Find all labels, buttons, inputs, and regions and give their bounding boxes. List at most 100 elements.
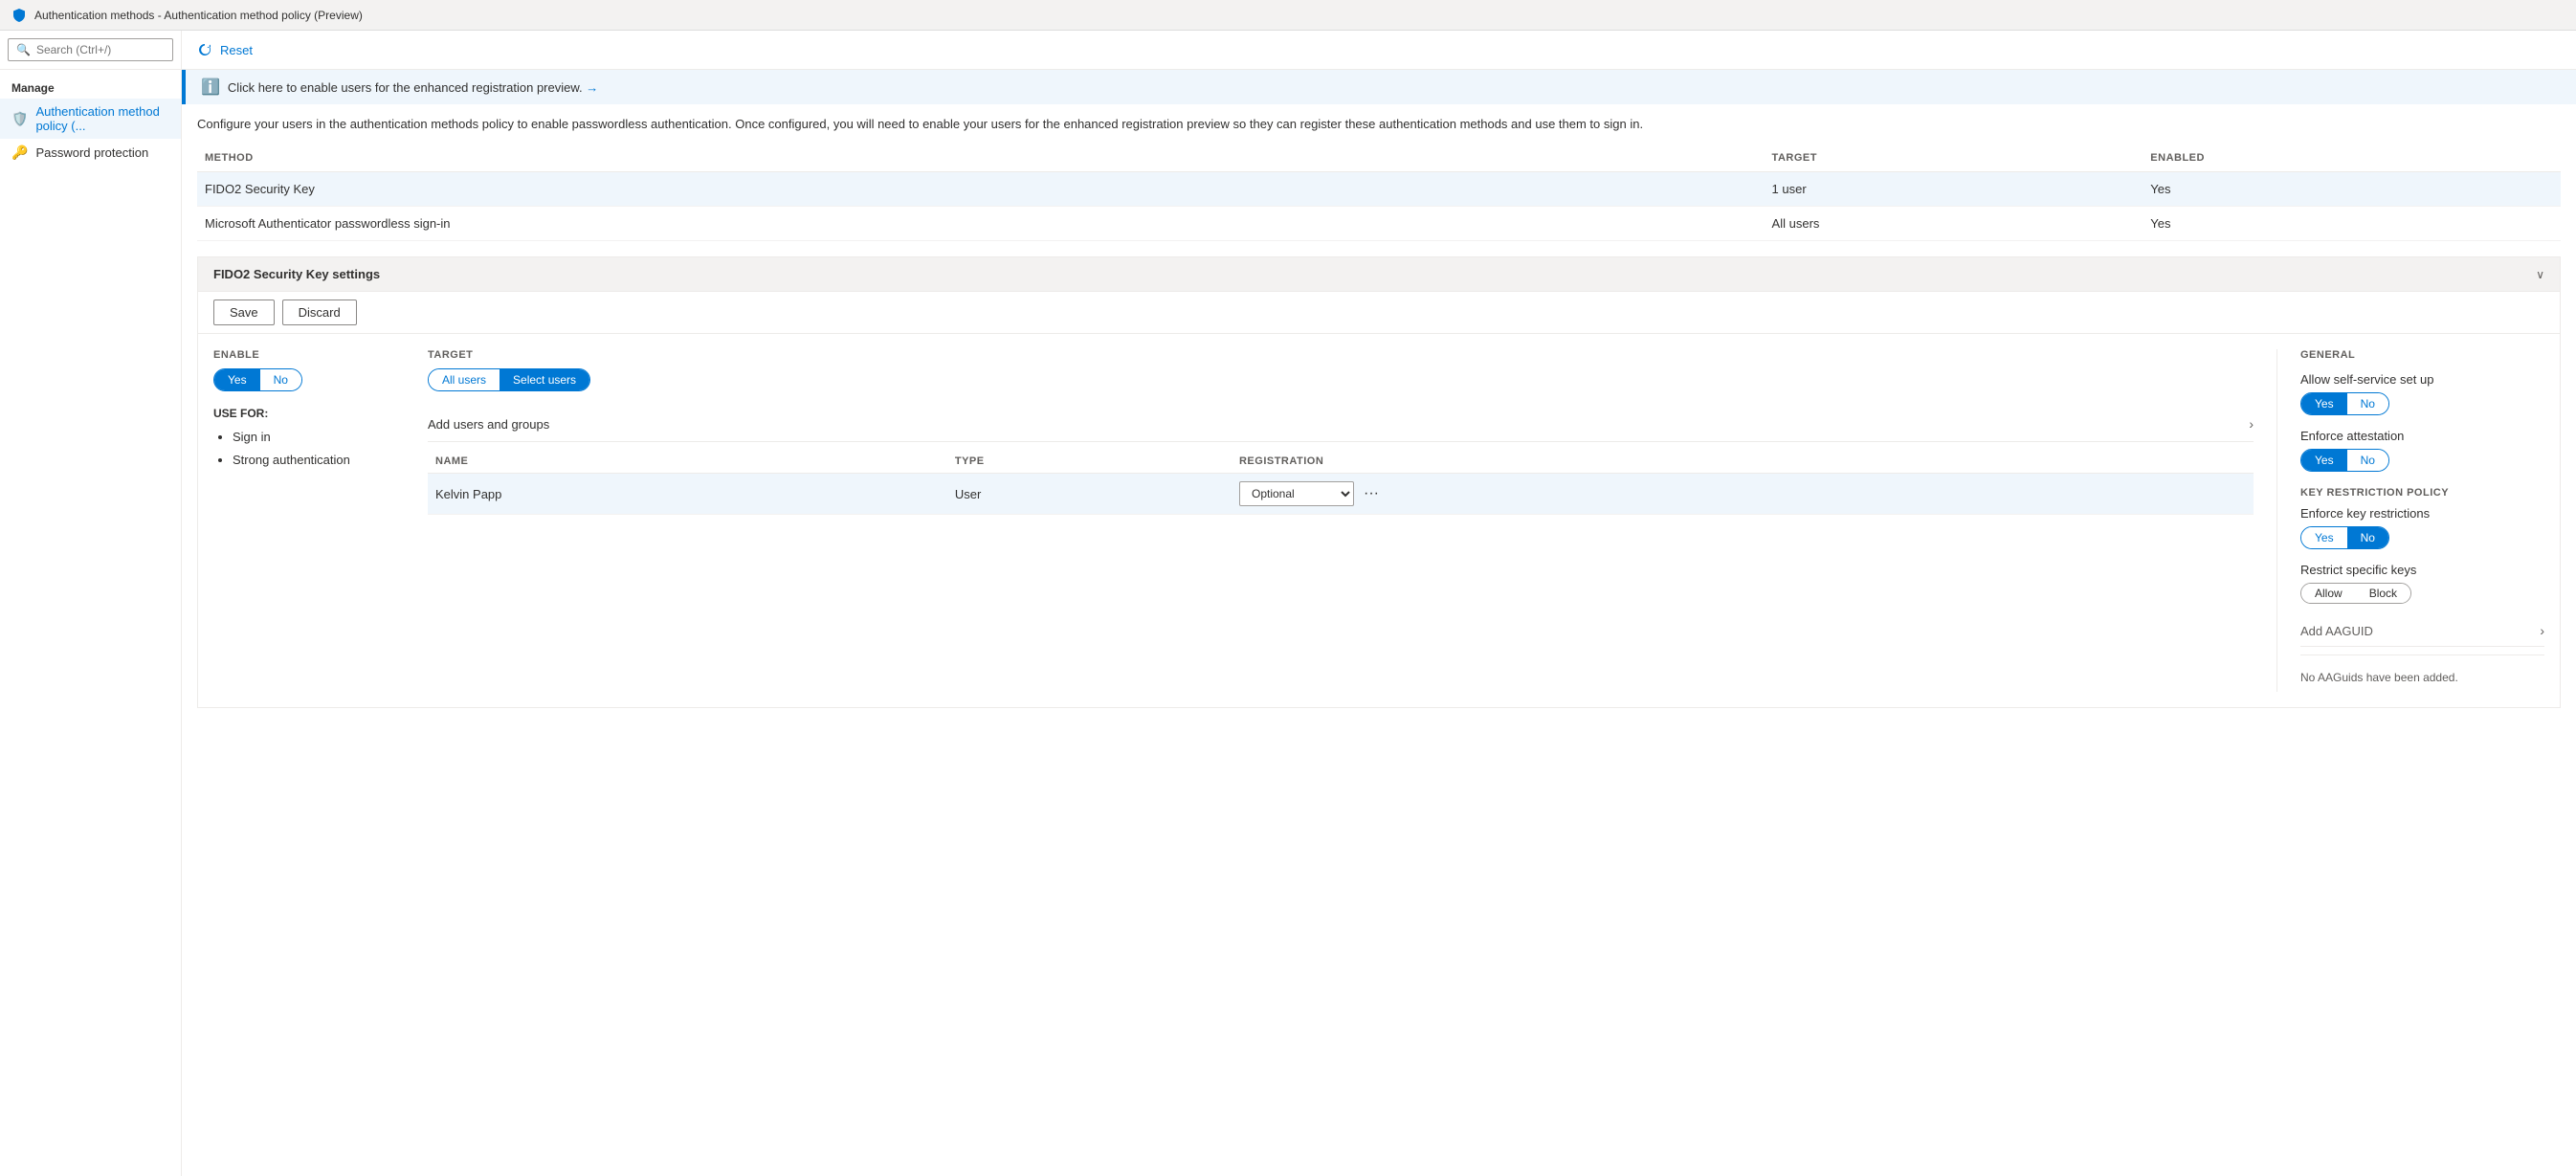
use-for-item: Sign in <box>233 426 405 448</box>
sidebar-auth-label: Authentication method policy (... <box>35 104 169 133</box>
allow-self-service-row: Allow self-service set up Yes No <box>2300 372 2544 415</box>
all-users-tab[interactable]: All users <box>429 369 500 390</box>
aaguid-chevron-right-icon: › <box>2540 623 2544 638</box>
col-type: Type <box>947 450 1232 474</box>
enforce-attest-yes-button[interactable]: Yes <box>2301 450 2347 471</box>
add-users-text: Add users and groups <box>428 417 549 432</box>
enable-no-button[interactable]: No <box>260 369 301 390</box>
restrict-keys-section: Restrict specific keys Allow Block <box>2300 563 2544 604</box>
allow-self-no-button[interactable]: No <box>2347 393 2388 414</box>
add-users-row[interactable]: Add users and groups › <box>428 407 2254 442</box>
info-text: Click here to enable users for the enhan… <box>228 80 598 95</box>
enforce-key-restrictions-row: Enforce key restrictions Yes No <box>2300 506 2544 549</box>
enforce-key-no-button[interactable]: No <box>2347 527 2388 548</box>
users-table: Name Type Registration Kelvin Papp User <box>428 450 2254 515</box>
no-aaguids-text: No AAGuids have been added. <box>2300 663 2544 692</box>
main-content: Reset ℹ️ Click here to enable users for … <box>182 31 2576 1176</box>
registration-select[interactable]: Optional Required Not configured <box>1239 481 1354 506</box>
save-button[interactable]: Save <box>213 300 275 325</box>
add-aaguid-row[interactable]: Add AAGUID › <box>2300 615 2544 647</box>
search-icon: 🔍 <box>16 43 31 56</box>
sidebar-item-password-protection[interactable]: 🔑 Password protection <box>0 139 181 166</box>
info-icon: ℹ️ <box>201 78 220 97</box>
allow-self-service-label: Allow self-service set up <box>2300 372 2544 387</box>
chevron-down-icon: ∨ <box>2536 268 2544 281</box>
chevron-right-icon: › <box>2249 416 2254 432</box>
user-registration: Optional Required Not configured ··· <box>1232 474 2254 515</box>
sidebar-item-auth-method-policy[interactable]: 🛡️ Authentication method policy (... <box>0 99 181 139</box>
general-section: GENERAL Allow self-service set up Yes No… <box>2276 349 2544 692</box>
enforce-attestation-toggle: Yes No <box>2300 449 2389 472</box>
use-for-item: Strong authentication <box>233 449 405 471</box>
sidebar: 🔍 Manage 🛡️ Authentication method policy… <box>0 31 182 1176</box>
add-aaguid-text: Add AAGUID <box>2300 624 2373 638</box>
window-titlebar: Authentication methods - Authentication … <box>0 0 2576 31</box>
enable-section: ENABLE Yes No USE FOR: Sign in Strong au… <box>213 349 405 692</box>
method-target: 1 user <box>1765 172 2143 207</box>
allow-button[interactable]: Allow <box>2301 584 2356 603</box>
general-label: GENERAL <box>2300 349 2544 361</box>
methods-table: Method Target Enabled FIDO2 Security Key… <box>197 144 2561 241</box>
search-input[interactable] <box>36 43 165 56</box>
search-box[interactable]: 🔍 <box>8 38 173 61</box>
target-tabs: All users Select users <box>428 368 590 391</box>
info-banner: ℹ️ Click here to enable users for the en… <box>182 70 2576 104</box>
enforce-attest-no-button[interactable]: No <box>2347 450 2388 471</box>
shield-icon <box>11 8 27 23</box>
enforce-key-yes-button[interactable]: Yes <box>2301 527 2347 548</box>
sidebar-password-label: Password protection <box>35 145 148 160</box>
method-target: All users <box>1765 207 2143 241</box>
settings-title: FIDO2 Security Key settings <box>213 267 380 281</box>
methods-table-container: Method Target Enabled FIDO2 Security Key… <box>182 144 2576 241</box>
table-row[interactable]: Microsoft Authenticator passwordless sig… <box>197 207 2561 241</box>
method-name: Microsoft Authenticator passwordless sig… <box>197 207 1765 241</box>
block-button[interactable]: Block <box>2356 584 2410 603</box>
enforce-key-toggle: Yes No <box>2300 526 2389 549</box>
table-row[interactable]: Kelvin Papp User Optional Required Not c… <box>428 474 2254 515</box>
reset-button[interactable]: Reset <box>220 43 253 57</box>
allow-self-service-toggle: Yes No <box>2300 392 2389 415</box>
enable-label: ENABLE <box>213 349 405 361</box>
settings-header[interactable]: FIDO2 Security Key settings ∨ <box>198 257 2560 292</box>
target-label: TARGET <box>428 349 2254 361</box>
info-link[interactable]: → <box>586 80 598 95</box>
select-users-tab[interactable]: Select users <box>500 369 589 390</box>
ellipsis-button[interactable]: ··· <box>1358 483 1385 504</box>
description: Configure your users in the authenticati… <box>182 104 2576 144</box>
discard-button[interactable]: Discard <box>282 300 357 325</box>
table-row[interactable]: FIDO2 Security Key 1 user Yes <box>197 172 2561 207</box>
allow-block-group: Allow Block <box>2300 583 2411 604</box>
col-enabled: Enabled <box>2143 144 2561 172</box>
manage-label: Manage <box>0 70 181 99</box>
enable-toggle-group: Yes No <box>213 368 302 391</box>
settings-panel: FIDO2 Security Key settings ∨ Save Disca… <box>197 256 2561 708</box>
col-registration: Registration <box>1232 450 2254 474</box>
key-icon: 🔑 <box>11 144 28 161</box>
reset-icon <box>197 42 212 57</box>
user-type: User <box>947 474 1232 515</box>
enforce-key-restrictions-label: Enforce key restrictions <box>2300 506 2544 521</box>
window-title: Authentication methods - Authentication … <box>34 9 363 22</box>
page-header: Reset <box>182 31 2576 70</box>
registration-select-wrap: Optional Required Not configured ··· <box>1239 481 2246 506</box>
col-method: Method <box>197 144 1765 172</box>
use-for-label: USE FOR: <box>213 407 405 420</box>
enable-yes-button[interactable]: Yes <box>214 369 260 390</box>
key-restriction-label: KEY RESTRICTION POLICY <box>2300 487 2544 499</box>
restrict-keys-label: Restrict specific keys <box>2300 563 2544 577</box>
enforce-attestation-label: Enforce attestation <box>2300 429 2544 443</box>
settings-content: ENABLE Yes No USE FOR: Sign in Strong au… <box>198 334 2560 707</box>
col-target: Target <box>1765 144 2143 172</box>
enforce-attestation-row: Enforce attestation Yes No <box>2300 429 2544 472</box>
method-enabled: Yes <box>2143 172 2561 207</box>
sidebar-header: 🔍 <box>0 31 181 70</box>
col-name: Name <box>428 450 947 474</box>
use-for-list: Sign in Strong authentication <box>213 426 405 471</box>
allow-self-yes-button[interactable]: Yes <box>2301 393 2347 414</box>
user-name: Kelvin Papp <box>428 474 947 515</box>
shield-filled-icon: 🛡️ <box>11 111 28 127</box>
target-section: TARGET All users Select users Add users … <box>405 349 2276 692</box>
method-enabled: Yes <box>2143 207 2561 241</box>
settings-toolbar: Save Discard <box>198 292 2560 334</box>
method-name: FIDO2 Security Key <box>197 172 1765 207</box>
